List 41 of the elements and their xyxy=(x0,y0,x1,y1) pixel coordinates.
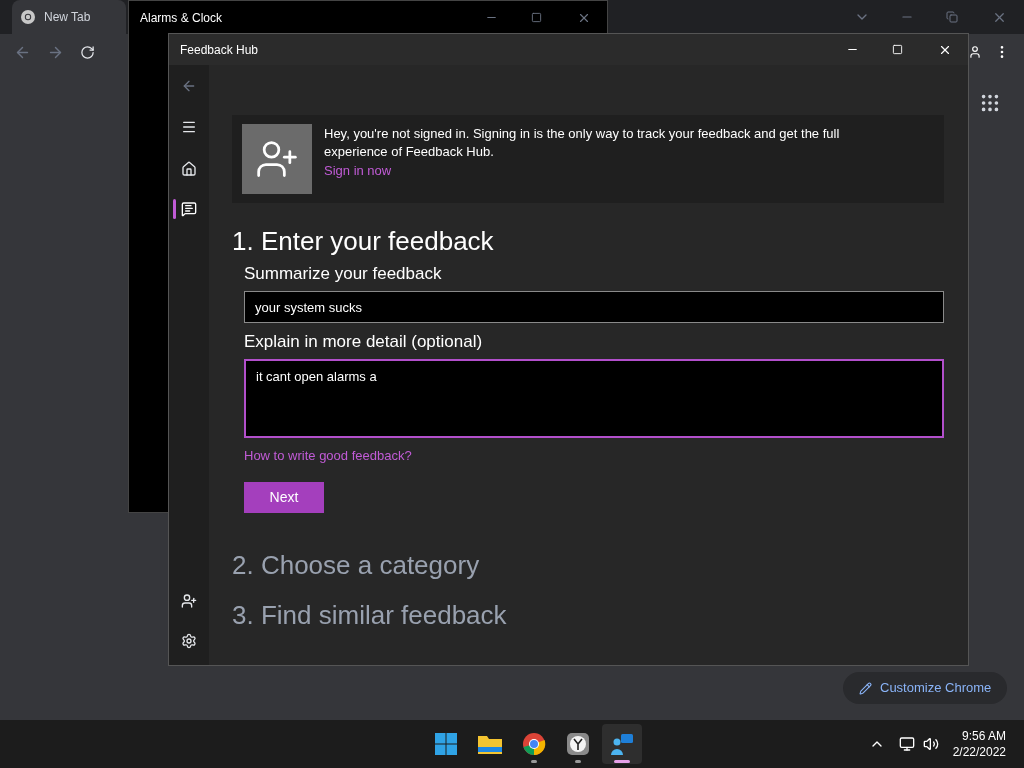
clock-time[interactable]: 9:56 AM xyxy=(962,728,1006,744)
detail-field[interactable]: it cant open alarms a xyxy=(244,359,944,438)
field-label: Explain in more detail (optional) xyxy=(244,331,484,353)
taskbar-button[interactable] xyxy=(602,724,643,764)
chrome-logo-icon xyxy=(20,9,36,25)
restore-icon[interactable] xyxy=(946,11,958,23)
reload-icon[interactable] xyxy=(80,44,95,60)
window-title: Feedback Hub xyxy=(180,41,259,59)
home-icon[interactable] xyxy=(181,161,197,177)
next-button[interactable]: Next xyxy=(244,481,324,513)
step-heading: 2. Choose a category xyxy=(232,548,481,582)
clock-icon[interactable] xyxy=(566,732,591,756)
menu-icon[interactable] xyxy=(181,119,197,135)
customize-chrome-button[interactable]: Customize Chrome xyxy=(843,672,1008,704)
back-icon[interactable] xyxy=(181,78,197,94)
step-heading: 1. Enter your feedback xyxy=(232,225,495,258)
running-indicator xyxy=(614,760,631,763)
sign-in-link[interactable]: Sign in now xyxy=(324,161,392,181)
step-heading: 3. Find similar feedback xyxy=(232,598,508,632)
folder-icon[interactable] xyxy=(477,733,504,755)
selection-indicator xyxy=(173,199,176,219)
clock-date[interactable]: 2/22/2022 xyxy=(952,744,1006,760)
feedback-icon[interactable] xyxy=(181,201,197,217)
signin-message: Hey, you're not signed in. Signing in is the only way to track your feedback and get the full experience of Feedback Hub. xyxy=(324,125,841,161)
window-title: Alarms & Clock xyxy=(140,9,222,27)
field-label: Summarize your feedback xyxy=(244,263,443,285)
chrome-logo-icon[interactable] xyxy=(522,732,547,756)
windows-logo-icon[interactable] xyxy=(434,732,459,756)
running-indicator xyxy=(575,760,582,763)
help-link[interactable]: How to write good feedback? xyxy=(244,446,412,466)
profile-icon[interactable] xyxy=(968,45,982,59)
apps-grid-icon[interactable] xyxy=(979,92,1001,114)
feedback-app-icon[interactable] xyxy=(610,732,635,756)
summary-field[interactable]: your system sucks xyxy=(244,291,944,323)
volume-icon[interactable] xyxy=(922,736,939,752)
running-indicator xyxy=(531,760,538,763)
network-icon[interactable] xyxy=(898,736,915,752)
pencil-icon xyxy=(859,681,872,695)
browser-tab[interactable]: New Tab xyxy=(12,0,126,34)
add-user-icon[interactable] xyxy=(181,593,197,609)
settings-icon[interactable] xyxy=(181,633,197,649)
